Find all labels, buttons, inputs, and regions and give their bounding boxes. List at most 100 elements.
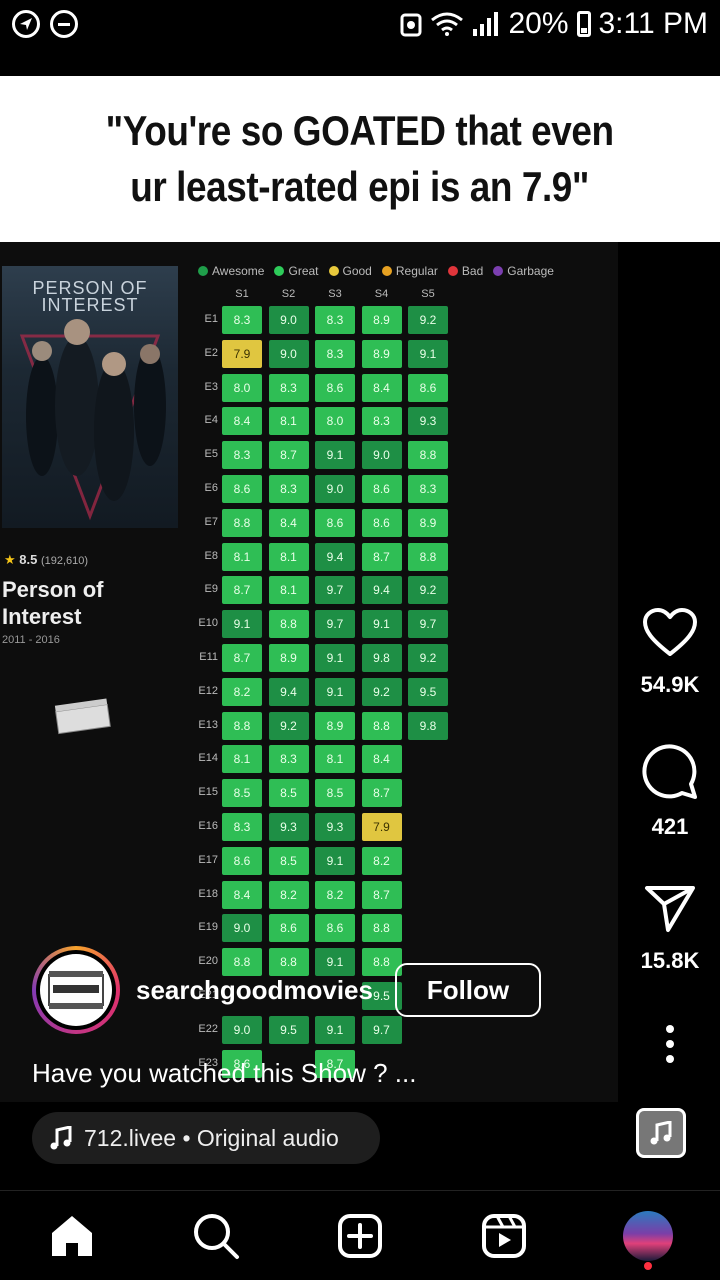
rating-cell: 8.3 [268,373,309,402]
episode-header: E13 [198,718,218,731]
reel-caption[interactable]: Have you watched this Show ? ... [32,1058,416,1089]
nav-create[interactable] [330,1206,390,1266]
rating-cell: 8.4 [361,745,402,774]
watermark-logo [54,698,111,735]
profile-avatar [623,1210,673,1261]
rating-cell: 8.6 [222,475,262,503]
nav-search[interactable] [186,1206,246,1266]
camera-icon[interactable] [636,86,684,126]
comment-count: 421 [651,814,689,839]
rating-cell: 9.0 [268,306,309,334]
rating-cell: 8.7 [361,880,402,909]
episode-header: E4 [204,414,218,427]
rating-cell: 8.7 [361,779,402,808]
rating-cell: 9.3 [315,813,355,841]
legend-swatch [198,266,208,276]
legend-label: Good [342,264,372,278]
more-options[interactable] [620,1024,720,1064]
wifi-icon [431,12,464,36]
show-title: Person of Interest [2,577,104,629]
audio-thumbnail[interactable] [636,1108,686,1158]
comment-icon[interactable] [642,744,698,800]
season-header: S1 [235,288,249,300]
rating-cell: 7.9 [361,813,402,841]
rating-cell: 9.8 [361,644,402,672]
author-username[interactable]: searchgoodmovies [136,975,373,1006]
legend-swatch [328,266,339,276]
legend-label: Awesome [212,264,265,278]
rating-cell: 8.6 [408,373,448,402]
episode-header: E16 [198,820,218,832]
episode-header: E10 [198,617,218,630]
nav-reels[interactable] [474,1206,534,1266]
rating-cell: 9.3 [268,813,309,841]
rating-cell: 9.2 [408,306,448,334]
episode-header: E1 [204,313,218,325]
rating-cell: 8.7 [361,542,402,571]
follow-button[interactable]: Follow [394,963,541,1017]
rating-cell: 8.5 [222,779,262,808]
episode-header: E6 [204,482,218,494]
film-reel-logo [48,971,104,1009]
rating-cell: 8.6 [222,846,262,875]
rating-cell: 8.1 [268,407,309,436]
music-note-icon [50,1126,72,1150]
rating-cell: 8.4 [222,880,262,909]
rating-cell: 9.2 [408,644,448,672]
rating-cell: 8.9 [361,339,402,368]
rating-cell: 9.2 [361,677,402,706]
episode-header: E19 [198,921,218,934]
rating-cell: 8.2 [222,677,262,706]
author-avatar[interactable] [32,946,120,1034]
audio-pill[interactable]: 712.livee • Original audio [32,1112,380,1164]
rating-cell: 8.6 [315,373,355,402]
legend-swatch [447,266,458,276]
caption-banner: "You're so GOATED that even ur least-rat… [0,76,720,242]
legend-item: Bad [447,264,483,278]
rating-cell: 8.6 [315,508,355,537]
clock: 3:11 PM [598,7,709,40]
season-header: S5 [421,288,435,300]
rating-cell: 8.1 [315,745,355,774]
nav-home[interactable] [42,1206,102,1266]
more-icon[interactable] [665,1024,675,1064]
episode-header: E7 [204,515,218,528]
rating-cell: 9.1 [408,339,448,368]
rating-cell: 8.9 [315,711,355,740]
episode-header: E11 [199,651,218,663]
rating-cell: 8.7 [268,441,309,470]
rating-cell: 9.1 [361,610,402,639]
rating-cell: 8.6 [268,914,309,943]
rating-cell: 8.1 [268,576,309,605]
signal-icon [473,12,499,36]
rating-cell: 8.0 [222,373,262,402]
rating-cell: 8.8 [408,441,448,470]
do-not-disturb-icon [50,10,78,38]
share-count: 15.8K [640,948,700,973]
rating-cell: 9.4 [361,576,402,605]
rating-cell: 8.8 [361,711,402,740]
rating-cell: 8.2 [268,880,309,909]
rating-value: 8.5 [19,552,38,567]
rating-cell: 8.5 [268,779,309,808]
music-note-icon [650,1121,672,1145]
legend-item: Great [274,264,319,278]
rating-cell: 8.3 [268,745,309,774]
rating-cell: 9.0 [315,475,355,503]
rating-cell: 9.2 [408,576,448,605]
home-icon [52,1215,92,1256]
show-rating: ★ 8.5 (192,610) [4,552,88,568]
rating-cell: 8.5 [315,779,355,808]
reels-icon [482,1213,526,1258]
episode-header: E14 [198,752,218,765]
show-years: 2011 - 2016 [2,634,60,646]
nav-profile[interactable] [618,1206,678,1270]
rating-cell: 8.3 [315,339,355,368]
notification-dot [644,1261,652,1270]
heart-icon[interactable] [642,608,698,658]
send-icon[interactable] [644,884,696,934]
rating-cell: 8.1 [222,542,262,571]
rating-cell: 8.3 [222,441,262,470]
rating-cell: 8.8 [361,914,402,943]
rating-cell: 9.1 [315,846,355,875]
